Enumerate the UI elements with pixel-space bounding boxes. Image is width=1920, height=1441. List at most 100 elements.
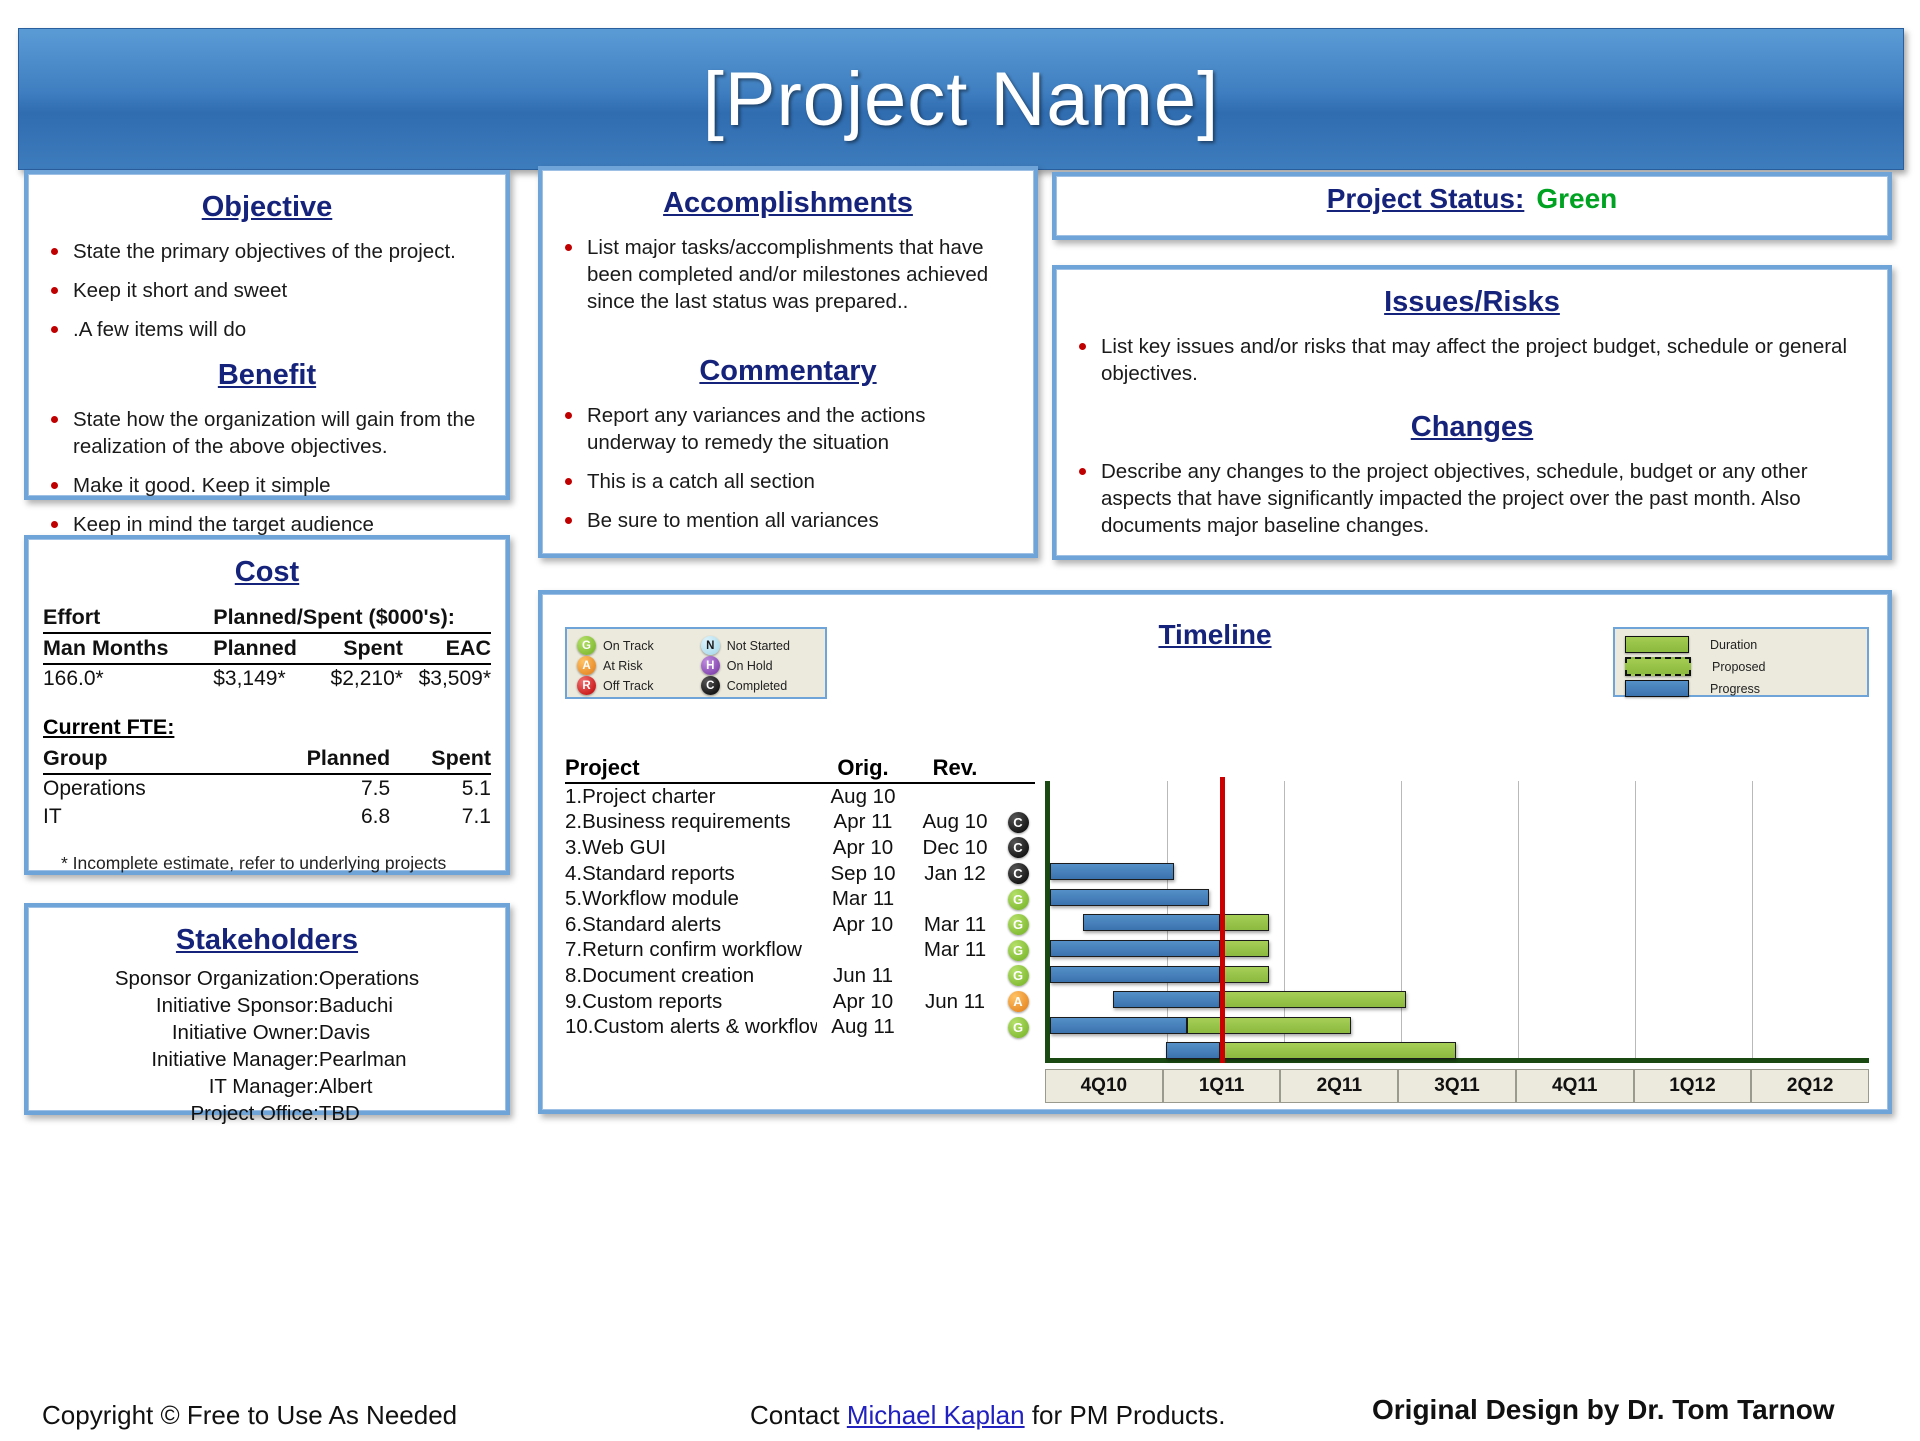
- gantt-bar-duration[interactable]: [1219, 991, 1406, 1009]
- table-row[interactable]: 6.Standard alerts Apr 10 Mar 11 G: [565, 912, 1035, 938]
- commentary-title: Commentary: [699, 355, 877, 388]
- accomplishments-title: Accomplishments: [663, 187, 913, 219]
- gantt-bar-progress[interactable]: [1113, 991, 1220, 1009]
- gantt-bar-duration[interactable]: [1186, 1016, 1351, 1034]
- axis-tick-label: 1Q12: [1633, 1069, 1752, 1103]
- axis-tick-label: 2Q12: [1751, 1069, 1870, 1103]
- gantt-bar-progress[interactable]: [1050, 940, 1220, 957]
- table-row: Project Office: TBD: [115, 1100, 419, 1127]
- table-row: 166.0* $3,149* $2,210* $3,509*: [43, 664, 491, 693]
- col-project: Project: [565, 755, 640, 780]
- status-value: Green: [1536, 183, 1618, 214]
- project-name: 10.Custom alerts & workflow: [565, 1015, 817, 1039]
- table-row[interactable]: 10.Custom alerts & workflow Aug 11 G: [565, 1014, 1035, 1040]
- table-row[interactable]: 5.Workflow module Mar 11 G: [565, 886, 1035, 912]
- status-c-icon: C: [1007, 837, 1029, 859]
- project-status-cell: A: [1001, 991, 1035, 1013]
- project-status-panel: Project Status: Green: [1052, 172, 1892, 240]
- table-row[interactable]: 7.Return confirm workflow Mar 11 G: [565, 938, 1035, 964]
- table-row: IT 6.8 7.1: [43, 803, 491, 831]
- project-rev-date: Mar 11: [923, 912, 987, 936]
- page-title: [Project Name]: [702, 56, 1220, 142]
- status-badge: Project Status: Green: [1057, 177, 1887, 221]
- table-row[interactable]: 8.Document creation Jun 11 G: [565, 963, 1035, 989]
- stakeholder-value: TBD: [318, 1101, 360, 1125]
- status-n-icon: N: [700, 636, 720, 655]
- gantt-bar-progress[interactable]: [1082, 914, 1220, 932]
- legend-item-on-hold: H On Hold: [700, 656, 815, 675]
- status-c-icon: C: [1007, 811, 1029, 833]
- footer-design-credit: Original Design by Dr. Tom Tarnow: [1372, 1394, 1835, 1425]
- contact-link[interactable]: Michael Kaplan: [847, 1400, 1025, 1430]
- proposed-swatch-icon: [1625, 657, 1691, 676]
- stakeholder-key: Sponsor Organization:: [114, 966, 319, 990]
- header-banner: [Project Name]: [18, 28, 1904, 170]
- stakeholder-key: Initiative Owner:: [171, 1020, 319, 1044]
- table-row[interactable]: 4.Standard reports Sep 10 Jan 12 C: [565, 861, 1035, 887]
- table-row: Initiative Manager: Pearlman: [115, 1046, 419, 1073]
- project-orig-date: Aug 10: [830, 784, 896, 808]
- list-item: Make it good. Keep it simple: [43, 472, 491, 499]
- project-orig-date: Apr 11: [833, 810, 893, 834]
- project-status-cell: C: [1001, 811, 1035, 833]
- status-c-icon: C: [700, 676, 720, 695]
- fte-col-planned: Planned: [249, 744, 391, 775]
- table-row[interactable]: 3.Web GUI Apr 10 Dec 10 C: [565, 835, 1035, 861]
- gantt-bar-progress[interactable]: [1050, 965, 1220, 983]
- stakeholders-table: Sponsor Organization: Operations Initiat…: [115, 965, 419, 1127]
- status-g-icon: G: [1007, 1016, 1029, 1038]
- status-g-icon: G: [577, 636, 596, 655]
- gantt-bar-duration[interactable]: [1219, 1042, 1456, 1060]
- legend-item-not-started: N Not Started: [700, 636, 815, 655]
- gantt-bar-progress[interactable]: [1050, 1016, 1187, 1034]
- col-rev: Rev.: [932, 755, 978, 780]
- gantt-bar-progress[interactable]: [1165, 1042, 1220, 1060]
- table-row[interactable]: 9.Custom reports Apr 10 Jun 11 A: [565, 989, 1035, 1015]
- project-name: 6.Standard alerts: [565, 912, 722, 936]
- fte-group: Operations: [43, 777, 146, 800]
- project-status-cell: C: [1001, 837, 1035, 859]
- project-orig-date: Apr 10: [832, 835, 894, 859]
- current-fte-title: Current FTE:: [43, 715, 175, 739]
- stakeholder-value: Baduchi: [318, 993, 393, 1017]
- gantt-bar-duration[interactable]: [1219, 965, 1269, 983]
- benefit-list: State how the organization will gain fro…: [43, 406, 491, 538]
- table-row: Operations 7.5 5.1: [43, 774, 491, 803]
- gantt-bar-progress[interactable]: [1050, 863, 1175, 881]
- contact-prefix: Contact: [750, 1400, 847, 1430]
- legend-label: At Risk: [603, 658, 643, 673]
- project-rev-date: Aug 10: [922, 810, 988, 834]
- project-orig-date: Sep 10: [830, 861, 896, 885]
- project-orig-date: Mar 11: [831, 887, 895, 911]
- table-row[interactable]: 2.Business requirements Apr 11 Aug 10 C: [565, 810, 1035, 836]
- cost-footnote: * Incomplete estimate, refer to underlyi…: [61, 853, 447, 873]
- project-rev-date: Mar 11: [923, 938, 987, 962]
- legend-item-duration: Duration: [1625, 636, 1857, 653]
- fte-table: Group Planned Spent Operations 7.5 5.1 I…: [43, 744, 491, 831]
- project-name: 1.Project charter: [565, 784, 716, 808]
- project-name: 5.Workflow module: [565, 887, 739, 911]
- project-orig-date: Apr 10: [832, 989, 894, 1013]
- gantt-bar-duration[interactable]: [1219, 914, 1269, 932]
- gantt-bar-progress[interactable]: [1050, 888, 1210, 906]
- cost-table: Effort Planned/Spent ($000's): Man Month…: [43, 603, 491, 693]
- project-name: 3.Web GUI: [565, 835, 667, 859]
- changes-list: Describe any changes to the project obje…: [1071, 458, 1873, 539]
- cost-title: Cost: [234, 556, 300, 588]
- accomplishments-panel: Accomplishments List major tasks/accompl…: [538, 166, 1038, 558]
- col-eac: EAC: [402, 633, 491, 665]
- stakeholders-panel: Stakeholders Sponsor Organization: Opera…: [24, 903, 510, 1125]
- table-row: Sponsor Organization: Operations: [115, 965, 419, 992]
- duration-swatch-icon: [1625, 636, 1689, 653]
- legend-item-proposed: Proposed: [1625, 657, 1857, 676]
- axis-tick-label: 1Q11: [1162, 1069, 1281, 1103]
- legend-item-completed: C Completed: [700, 676, 815, 695]
- gantt-bar-duration[interactable]: [1219, 940, 1269, 957]
- project-status-cell: G: [1001, 939, 1035, 961]
- project-name: 7.Return confirm workflow: [565, 938, 802, 962]
- fte-spent: 7.1: [461, 805, 491, 828]
- stakeholder-value: Operations: [318, 966, 420, 990]
- table-row[interactable]: 1.Project charter Aug 10: [565, 784, 1035, 810]
- cost-panel: Cost Effort Planned/Spent ($000's): Man …: [24, 535, 510, 875]
- issues-title: Issues/Risks: [1384, 286, 1560, 318]
